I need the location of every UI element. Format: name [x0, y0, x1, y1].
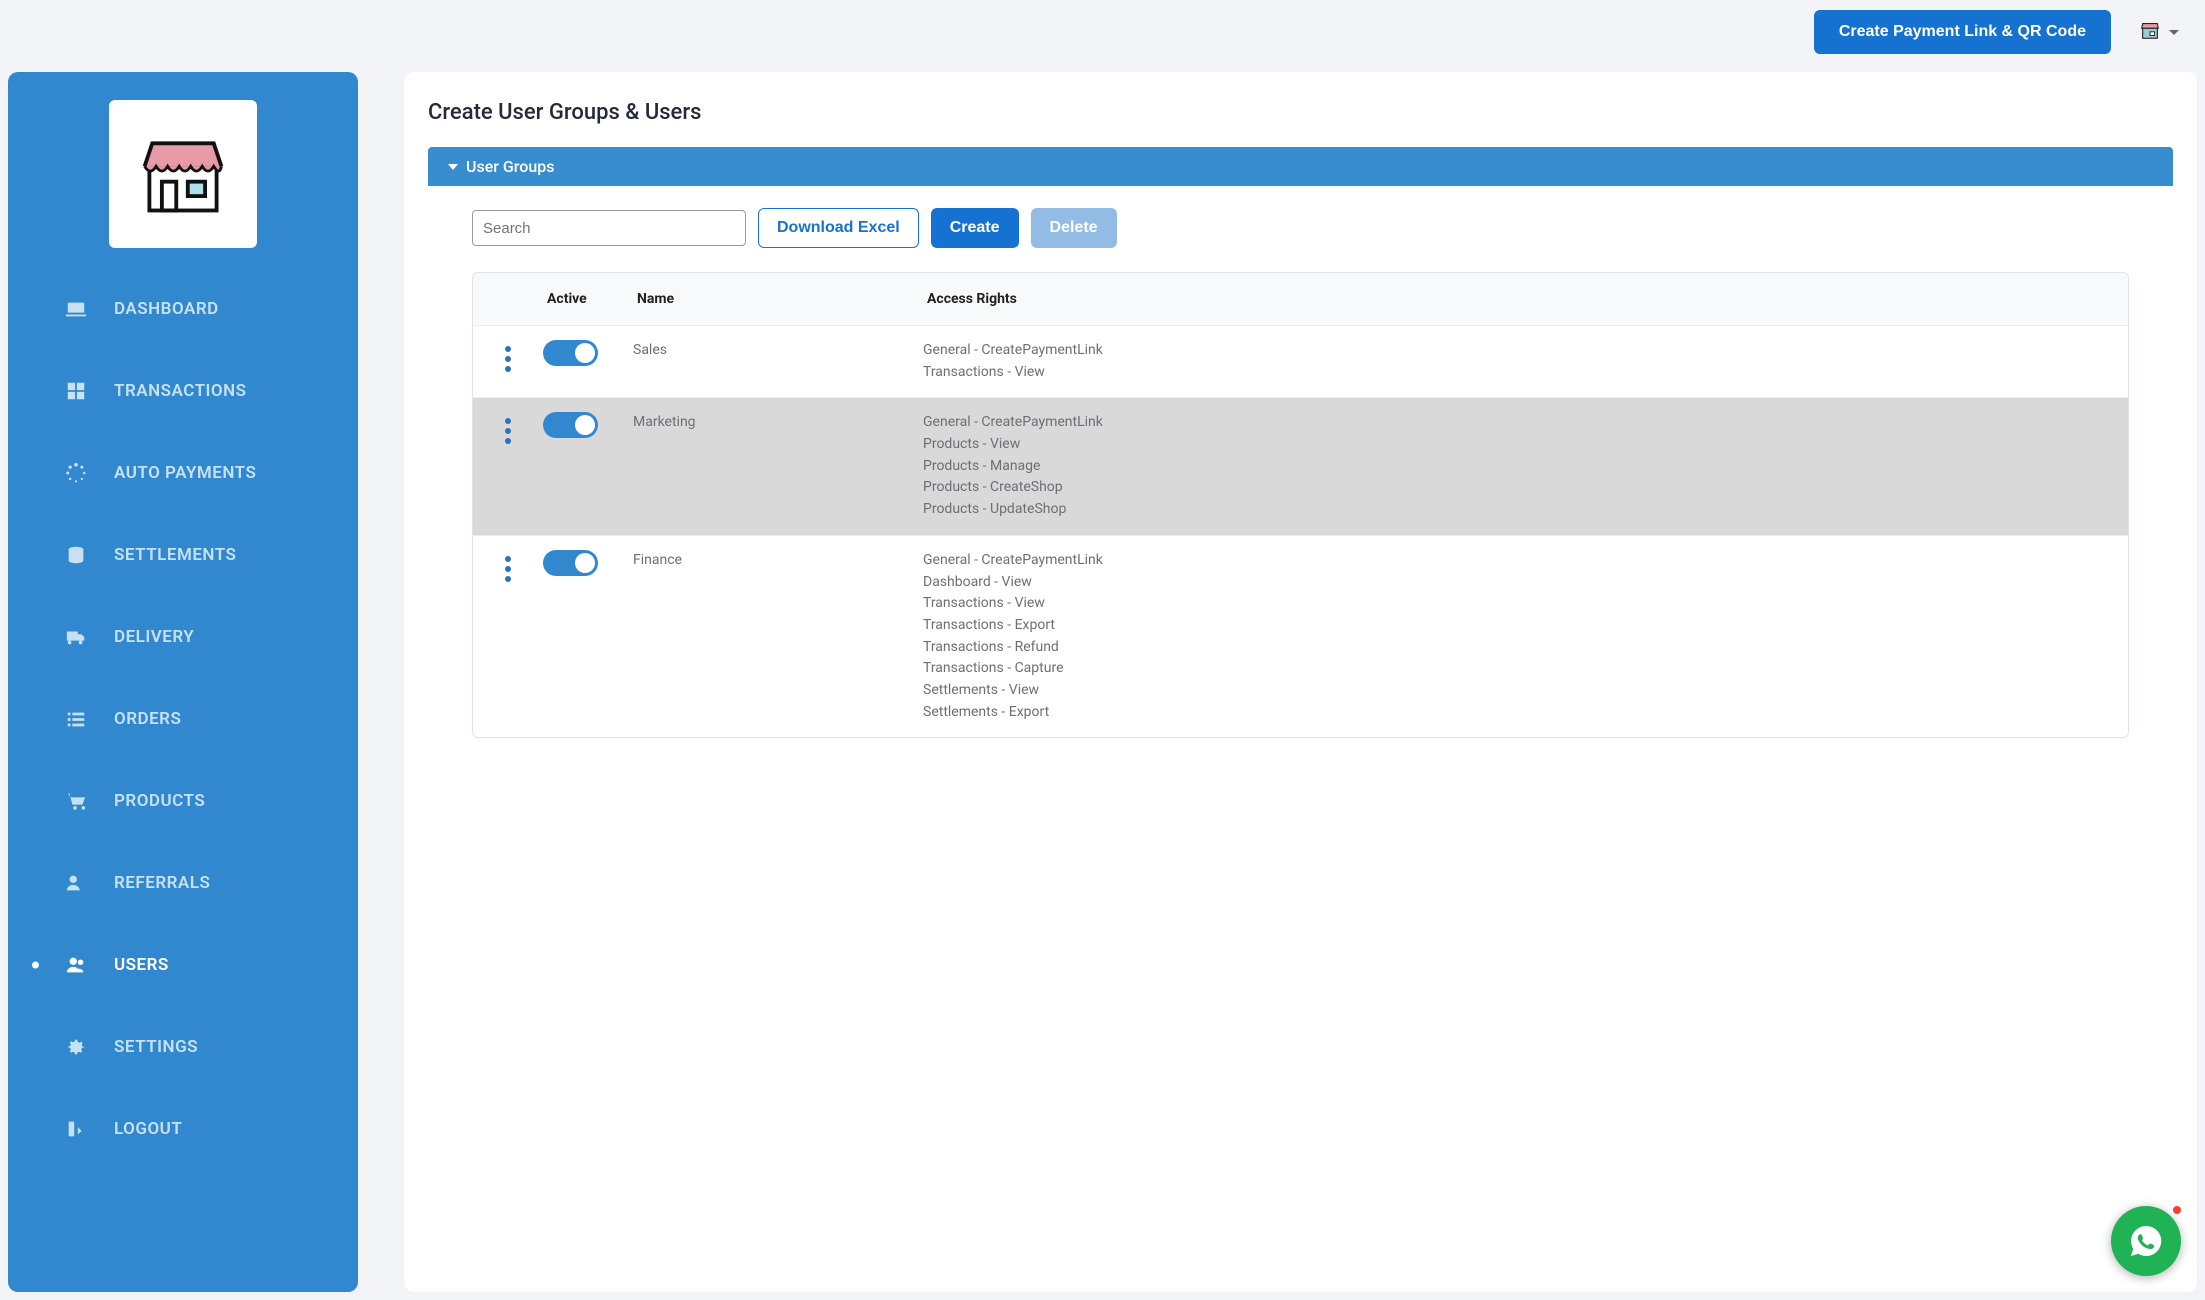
- table-row[interactable]: SalesGeneral - CreatePaymentLinkTransact…: [473, 326, 2128, 398]
- table-row[interactable]: FinanceGeneral - CreatePaymentLinkDashbo…: [473, 536, 2128, 738]
- sidebar-item-delivery[interactable]: DELIVERY: [8, 596, 358, 678]
- sidebar-item-label: DELIVERY: [114, 627, 194, 647]
- sidebar-item-settings[interactable]: SETTINGS: [8, 1006, 358, 1088]
- table-header: Active Name Access Rights: [473, 273, 2128, 326]
- sidebar-item-auto-payments[interactable]: AUTO PAYMENTS: [8, 432, 358, 514]
- sidebar-item-label: SETTLEMENTS: [114, 545, 236, 565]
- sidebar-item-products[interactable]: PRODUCTS: [8, 760, 358, 842]
- cell-name: Sales: [633, 340, 923, 358]
- active-toggle[interactable]: [543, 550, 598, 576]
- userplus-icon: [62, 872, 90, 894]
- sidebar-item-label: ORDERS: [114, 709, 181, 729]
- sidebar-item-settlements[interactable]: SETTLEMENTS: [8, 514, 358, 596]
- truck-icon: [62, 626, 90, 648]
- page-title: Create User Groups & Users: [428, 100, 2173, 125]
- main-panel: Create User Groups & Users User Groups D…: [404, 72, 2197, 1292]
- row-menu-icon[interactable]: [505, 346, 511, 372]
- gears-icon: [62, 1036, 90, 1058]
- grid-icon: [62, 380, 90, 402]
- sidebar-item-orders[interactable]: ORDERS: [8, 678, 358, 760]
- cell-access-rights: General - CreatePaymentLinkProducts - Vi…: [923, 412, 2128, 520]
- sidebar-item-label: AUTO PAYMENTS: [114, 463, 256, 483]
- sidebar-item-dashboard[interactable]: DASHBOARD: [8, 268, 358, 350]
- chevron-down-icon: [2169, 30, 2179, 35]
- table-row[interactable]: MarketingGeneral - CreatePaymentLinkProd…: [473, 398, 2128, 535]
- laptop-icon: [62, 298, 90, 320]
- row-menu-icon[interactable]: [505, 418, 511, 444]
- sidebar-item-label: TRANSACTIONS: [114, 381, 247, 401]
- panel-header-user-groups[interactable]: User Groups: [428, 147, 2173, 186]
- row-menu-icon[interactable]: [505, 556, 511, 582]
- col-name: Name: [633, 291, 923, 307]
- col-rights: Access Rights: [923, 291, 2128, 307]
- shop-icon: [2139, 19, 2161, 45]
- cell-access-rights: General - CreatePaymentLinkDashboard - V…: [923, 550, 2128, 724]
- active-toggle[interactable]: [543, 340, 598, 366]
- sidebar-item-label: REFERRALS: [114, 873, 210, 893]
- shop-switcher[interactable]: [2139, 19, 2179, 45]
- active-toggle[interactable]: [543, 412, 598, 438]
- sidebar-item-label: PRODUCTS: [114, 791, 205, 811]
- delete-button[interactable]: Delete: [1031, 208, 1117, 248]
- users-icon: [62, 954, 90, 976]
- sidebar-item-referrals[interactable]: REFERRALS: [8, 842, 358, 924]
- sidebar-item-label: SETTINGS: [114, 1037, 198, 1057]
- download-excel-button[interactable]: Download Excel: [758, 208, 919, 248]
- sidebar-item-label: DASHBOARD: [114, 299, 219, 319]
- app-layout: DASHBOARD TRANSACTIONS AUTO PAYMENTS SETTLE…: [0, 64, 2205, 1300]
- sidebar-item-label: USERS: [114, 955, 169, 975]
- sidebar-item-transactions[interactable]: TRANSACTIONS: [8, 350, 358, 432]
- create-payment-link-button[interactable]: Create Payment Link & QR Code: [1814, 10, 2111, 54]
- notification-dot: [2171, 1204, 2183, 1216]
- sidebar-item-label: LOGOUT: [114, 1119, 182, 1139]
- whatsapp-fab[interactable]: [2111, 1206, 2181, 1276]
- cell-name: Marketing: [633, 412, 923, 430]
- create-button[interactable]: Create: [931, 208, 1019, 248]
- sidebar-item-logout[interactable]: LOGOUT: [8, 1088, 358, 1170]
- list-icon: [62, 708, 90, 730]
- user-groups-table: Active Name Access Rights SalesGeneral -…: [472, 272, 2129, 738]
- sidebar: DASHBOARD TRANSACTIONS AUTO PAYMENTS SETTLE…: [8, 72, 358, 1292]
- logout-icon: [62, 1118, 90, 1140]
- cell-name: Finance: [633, 550, 923, 568]
- toolbar: Download Excel Create Delete: [472, 208, 2129, 248]
- spinner-icon: [62, 462, 90, 484]
- top-header: Create Payment Link & QR Code: [0, 0, 2205, 64]
- panel-title: User Groups: [466, 157, 554, 176]
- search-input[interactable]: [472, 210, 746, 246]
- cart-icon: [62, 790, 90, 812]
- coins-icon: [62, 544, 90, 566]
- panel-body: Download Excel Create Delete Active Name…: [428, 186, 2173, 760]
- cell-access-rights: General - CreatePaymentLinkTransactions …: [923, 340, 2128, 383]
- sidebar-logo: [109, 100, 257, 248]
- sidebar-item-users[interactable]: USERS: [8, 924, 358, 1006]
- caret-down-icon: [448, 164, 458, 170]
- col-active: Active: [543, 291, 633, 307]
